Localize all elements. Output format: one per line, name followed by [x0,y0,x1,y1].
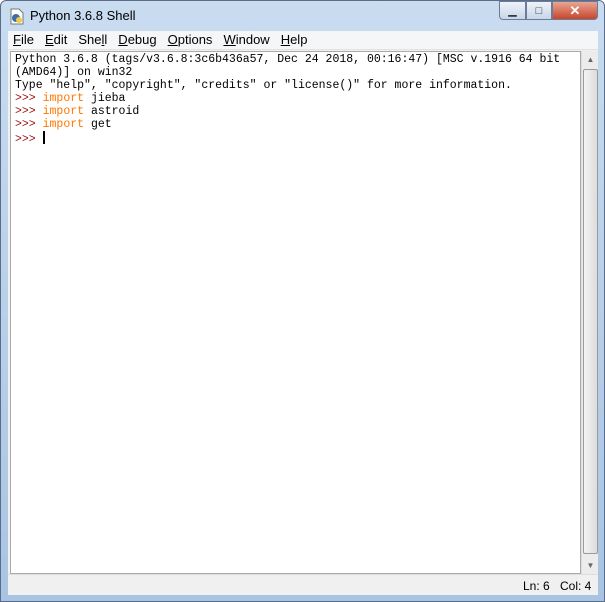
minimize-icon: ▁ [508,5,517,17]
shell-text-area[interactable]: Python 3.6.8 (tags/v3.6.8:3c6b436a57, De… [10,51,581,574]
idle-shell-window: Python 3.6.8 Shell ▁ □ ✕ File Edit Shell… [0,0,605,602]
input-line: >>> import get [15,118,576,131]
banner-line: Python 3.6.8 (tags/v3.6.8:3c6b436a57, De… [15,53,561,66]
keyword: import [42,118,85,131]
maximize-button[interactable]: □ [526,1,552,20]
menu-options[interactable]: Options [163,31,218,49]
menu-debug[interactable]: Debug [113,31,161,49]
banner-line: (AMD64)] on win32 [15,66,133,79]
column-number: Col: 4 [560,579,592,593]
prompt: >>> [15,118,36,131]
module-name: get [90,118,112,131]
title-bar[interactable]: Python 3.6.8 Shell ▁ □ ✕ [1,1,604,31]
scrollbar-thumb[interactable] [583,69,598,554]
status-bar: Ln: 6 Col: 4 [8,574,598,594]
menu-file[interactable]: File [8,31,39,49]
line-number: Ln: 6 [523,579,550,593]
module-name: astroid [90,105,140,118]
scroll-down-arrow-icon[interactable]: ▼ [582,557,599,574]
scroll-up-arrow-icon[interactable]: ▲ [582,51,599,68]
menu-shell[interactable]: Shell [73,31,112,49]
banner-line: Type "help", "copyright", "credits" or "… [15,79,512,92]
vertical-scrollbar[interactable]: ▲ ▼ [581,51,598,574]
menu-help[interactable]: Help [276,31,313,49]
window-title: Python 3.6.8 Shell [30,8,136,23]
prompt: >>> [15,92,36,105]
keyword: import [42,92,85,105]
close-icon: ✕ [569,2,581,18]
minimize-button[interactable]: ▁ [499,1,526,20]
keyword: import [42,105,85,118]
text-cursor [42,131,45,144]
prompt: >>> [15,133,36,146]
prompt: >>> [15,105,36,118]
current-input-line[interactable]: >>> [15,131,576,146]
maximize-icon: □ [535,4,543,17]
module-name: jieba [90,92,126,105]
menu-bar: File Edit Shell Debug Options Window Hel… [8,31,598,50]
menu-edit[interactable]: Edit [40,31,72,49]
input-line: >>> import astroid [15,105,576,118]
input-line: >>> import jieba [15,92,576,105]
menu-window[interactable]: Window [218,31,274,49]
client-area: File Edit Shell Debug Options Window Hel… [8,31,598,595]
idle-python-icon [10,8,24,25]
close-button[interactable]: ✕ [552,1,598,20]
